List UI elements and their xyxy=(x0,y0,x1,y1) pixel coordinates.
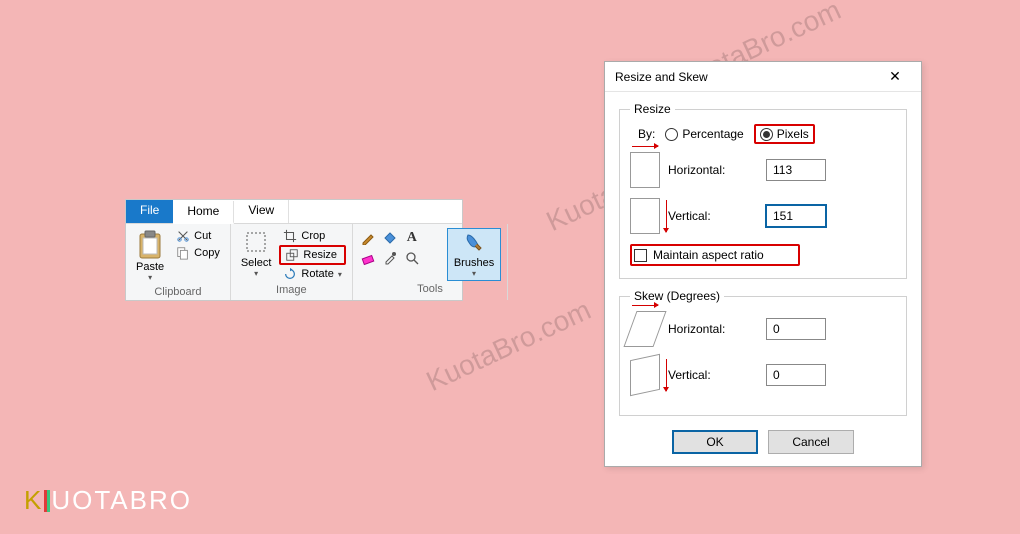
cancel-button[interactable]: Cancel xyxy=(768,430,854,454)
radio-icon xyxy=(760,128,773,141)
maintain-aspect-checkbox[interactable]: Maintain aspect ratio xyxy=(630,244,800,266)
tab-file[interactable]: File xyxy=(126,200,173,223)
cut-button[interactable]: Cut xyxy=(172,228,224,244)
paint-ribbon: File Home View Paste ▾ Cu xyxy=(125,199,463,301)
close-button[interactable]: ✕ xyxy=(875,68,915,85)
paste-button[interactable]: Paste ▾ xyxy=(132,228,168,284)
text-tool[interactable]: A xyxy=(403,230,421,246)
skew-h-label: Horizontal: xyxy=(668,322,758,336)
vertical-label: Vertical: xyxy=(668,209,758,223)
dialog-titlebar[interactable]: Resize and Skew ✕ xyxy=(605,62,921,92)
ribbon-tabs: File Home View xyxy=(126,200,462,224)
skew-vertical-input[interactable] xyxy=(766,364,826,386)
vertical-resize-icon xyxy=(630,198,660,234)
magnifier-tool[interactable] xyxy=(403,250,421,266)
crop-icon xyxy=(283,229,297,243)
resize-legend: Resize xyxy=(630,102,675,116)
resize-skew-dialog: Resize and Skew ✕ Resize By: Percentage … xyxy=(604,61,922,467)
horizontal-skew-icon xyxy=(623,311,666,347)
resize-button[interactable]: Resize xyxy=(279,245,345,265)
by-label: By: xyxy=(638,127,655,141)
copy-button[interactable]: Copy xyxy=(172,245,224,261)
resize-horizontal-input[interactable] xyxy=(766,159,826,181)
scissors-icon xyxy=(176,229,190,243)
eraser-tool[interactable] xyxy=(359,250,377,266)
skew-v-label: Vertical: xyxy=(668,368,758,382)
select-button[interactable]: Select ▾ xyxy=(237,228,276,280)
watermark: KuotaBro.com xyxy=(422,294,596,398)
radio-icon xyxy=(665,128,678,141)
radio-percentage[interactable]: Percentage xyxy=(665,127,743,141)
tools-group-label: Tools xyxy=(359,283,501,295)
skew-legend: Skew (Degrees) xyxy=(630,289,724,303)
rotate-button[interactable]: Rotate ▾ xyxy=(279,266,345,282)
fill-tool[interactable] xyxy=(381,230,399,246)
tab-view[interactable]: View xyxy=(234,200,289,223)
group-clipboard: Paste ▾ Cut Copy Clipboard xyxy=(126,224,231,300)
chevron-down-icon: ▾ xyxy=(472,269,476,278)
radio-pixels[interactable]: Pixels xyxy=(754,124,815,144)
picker-tool[interactable] xyxy=(381,250,399,266)
image-group-label: Image xyxy=(237,284,346,296)
resize-fieldset: Resize By: Percentage Pixels Horizontal: xyxy=(619,102,907,279)
rotate-icon xyxy=(283,267,297,281)
dialog-title: Resize and Skew xyxy=(615,70,708,84)
clipboard-icon xyxy=(137,230,163,260)
tab-home[interactable]: Home xyxy=(173,201,234,224)
chevron-down-icon: ▾ xyxy=(148,273,152,282)
pencil-tool[interactable] xyxy=(359,230,377,246)
skew-fieldset: Skew (Degrees) Horizontal: Vertical: xyxy=(619,289,907,416)
horizontal-label: Horizontal: xyxy=(668,163,758,177)
paste-label: Paste xyxy=(136,261,164,273)
brush-icon xyxy=(462,231,486,257)
brushes-button[interactable]: Brushes ▾ xyxy=(447,228,501,281)
clipboard-group-label: Clipboard xyxy=(132,286,224,298)
group-tools: A Brushes ▾ Tools xyxy=(353,224,508,300)
resize-vertical-input[interactable] xyxy=(766,205,826,227)
skew-horizontal-input[interactable] xyxy=(766,318,826,340)
vertical-skew-icon xyxy=(630,354,660,396)
crop-button[interactable]: Crop xyxy=(279,228,345,244)
horizontal-resize-icon xyxy=(630,152,660,188)
select-icon xyxy=(244,230,268,256)
group-image: Select ▾ Crop Resize Rotate ▾ xyxy=(231,224,353,300)
tools-grid: A xyxy=(359,228,443,268)
kuotabro-logo: KUOTABRO xyxy=(24,485,192,516)
copy-icon xyxy=(176,246,190,260)
checkbox-icon xyxy=(634,249,647,262)
resize-icon xyxy=(285,248,299,262)
chevron-down-icon: ▾ xyxy=(254,269,258,278)
ok-button[interactable]: OK xyxy=(672,430,758,454)
